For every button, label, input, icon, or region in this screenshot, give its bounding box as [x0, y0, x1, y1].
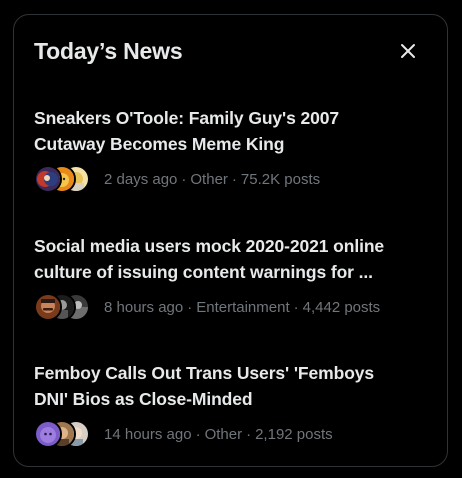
- news-meta-text: 2 days ago · Other · 75.2K posts: [104, 171, 320, 188]
- separator: ·: [293, 298, 299, 316]
- news-meta-text: 8 hours ago · Entertainment · 4,442 posts: [104, 299, 380, 316]
- news-category: Other: [204, 425, 243, 443]
- news-meta: 14 hours ago · Other · 2,192 posts: [34, 420, 429, 448]
- news-meta-text: 14 hours ago · Other · 2,192 posts: [104, 426, 333, 443]
- close-button[interactable]: [390, 33, 426, 69]
- news-item[interactable]: Femboy Calls Out Trans Users' 'Femboys D…: [34, 360, 429, 448]
- news-headline-line2: DNI' Bios as Close-Minded: [34, 389, 253, 409]
- news-headline-line2: culture of issuing content warnings for …: [34, 262, 373, 282]
- news-headline-line1: Social media users mock 2020-2021 online: [34, 236, 385, 256]
- separator: ·: [187, 298, 193, 316]
- separator: ·: [231, 170, 237, 188]
- news-item[interactable]: Sneakers O'Toole: Family Guy's 2007 Cuta…: [34, 105, 429, 193]
- separator: ·: [195, 425, 201, 443]
- news-time: 14 hours ago: [104, 425, 192, 443]
- news-headline-line2: Cutaway Becomes Meme King: [34, 134, 285, 154]
- separator: ·: [246, 425, 252, 443]
- separator: ·: [181, 170, 187, 188]
- news-item[interactable]: Social media users mock 2020-2021 online…: [34, 233, 429, 321]
- avatar-group: [34, 293, 94, 321]
- todays-news-panel: Today’s News Sneakers O'Toole: Family Gu…: [13, 14, 448, 467]
- news-time: 8 hours ago: [104, 298, 184, 316]
- news-post-count: 75.2K posts: [240, 170, 321, 188]
- panel-title: Today’s News: [34, 38, 183, 64]
- news-meta: 8 hours ago · Entertainment · 4,442 posts: [34, 293, 429, 321]
- avatar-group: [34, 420, 94, 448]
- avatar-red-blue: [34, 165, 62, 193]
- avatar-purple-character: [34, 420, 62, 448]
- news-post-count: 2,192 posts: [255, 425, 333, 443]
- news-time: 2 days ago: [104, 170, 178, 188]
- news-category: Other: [190, 170, 228, 188]
- avatar-mustache-man: [34, 293, 62, 321]
- news-headline-line1: Sneakers O'Toole: Family Guy's 2007: [34, 108, 340, 128]
- news-post-count: 4,442 posts: [302, 298, 381, 316]
- avatar-group: [34, 165, 94, 193]
- news-headline-line1: Femboy Calls Out Trans Users' 'Femboys: [34, 363, 375, 383]
- news-meta: 2 days ago · Other · 75.2K posts: [34, 165, 429, 193]
- close-icon: [401, 44, 415, 58]
- news-category: Entertainment: [196, 298, 290, 316]
